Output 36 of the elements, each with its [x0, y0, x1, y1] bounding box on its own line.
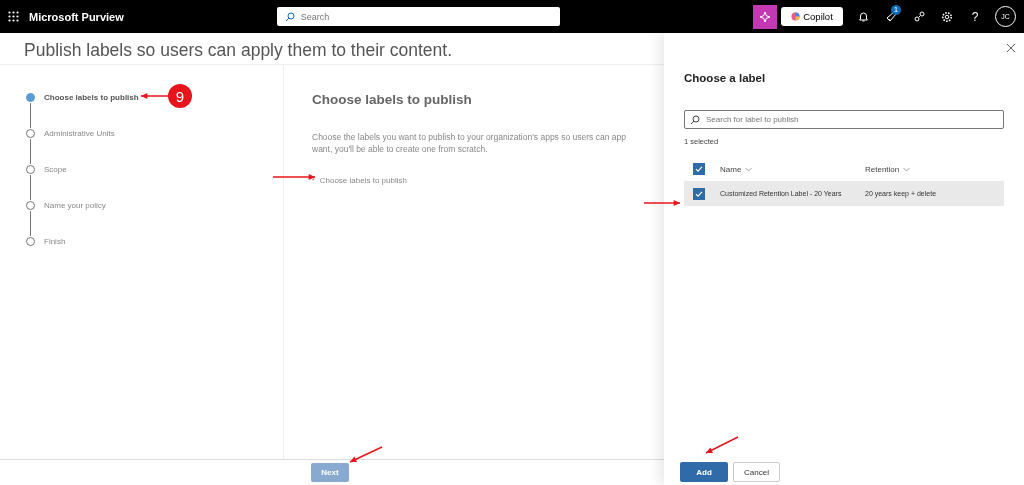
annotation-arrow: [272, 173, 316, 181]
search-field[interactable]: Search for label to publish: [684, 110, 1004, 129]
app-launcher-icon[interactable]: [8, 11, 19, 22]
field-label: Choose labels to publish: [319, 176, 407, 185]
column-header[interactable]: Name: [720, 164, 742, 174]
step-label[interactable]: Finish: [44, 237, 66, 246]
description-text: Choose the labels you want to publish to your organization's apps so users can app: [312, 131, 626, 143]
annotation-arrow: [643, 199, 681, 207]
annotation-arrow: [705, 436, 739, 454]
add-button[interactable]: Add: [680, 462, 728, 482]
sparkle-icon: [759, 10, 771, 23]
search-field[interactable]: Search: [276, 7, 560, 26]
copilot-button[interactable]: Copilot: [781, 7, 843, 26]
description-text: want, you'll be able to create one from scratch.: [312, 143, 488, 155]
page-title: Publish labels so users can apply them to their content.: [24, 40, 452, 62]
annotation-arrow: [140, 92, 169, 100]
app-name: Microsoft Purview: [29, 10, 124, 23]
search-icon: [284, 12, 295, 22]
search-icon: [690, 115, 700, 125]
select-all-checkbox[interactable]: [693, 163, 705, 175]
step-label[interactable]: Name your policy: [44, 201, 106, 210]
sparkle-button[interactable]: [753, 4, 777, 29]
step-label[interactable]: Administrative Units: [44, 129, 115, 138]
step-number-badge: 9: [168, 84, 192, 108]
section-heading: Choose labels to publish: [312, 92, 473, 107]
cancel-button[interactable]: Cancel: [733, 462, 780, 482]
copilot-icon: [791, 12, 801, 21]
annotation-arrow: [349, 446, 383, 463]
help-button[interactable]: ?: [961, 9, 989, 24]
close-icon[interactable]: [1006, 41, 1016, 51]
panel-title: Choose a label: [684, 72, 767, 84]
notification-badge: 1: [891, 5, 901, 15]
column-header[interactable]: Retention: [865, 164, 900, 174]
row-checkbox[interactable]: [693, 187, 705, 200]
step-label[interactable]: Scope: [44, 165, 67, 174]
step-label[interactable]: Choose labels to publish: [44, 93, 139, 102]
